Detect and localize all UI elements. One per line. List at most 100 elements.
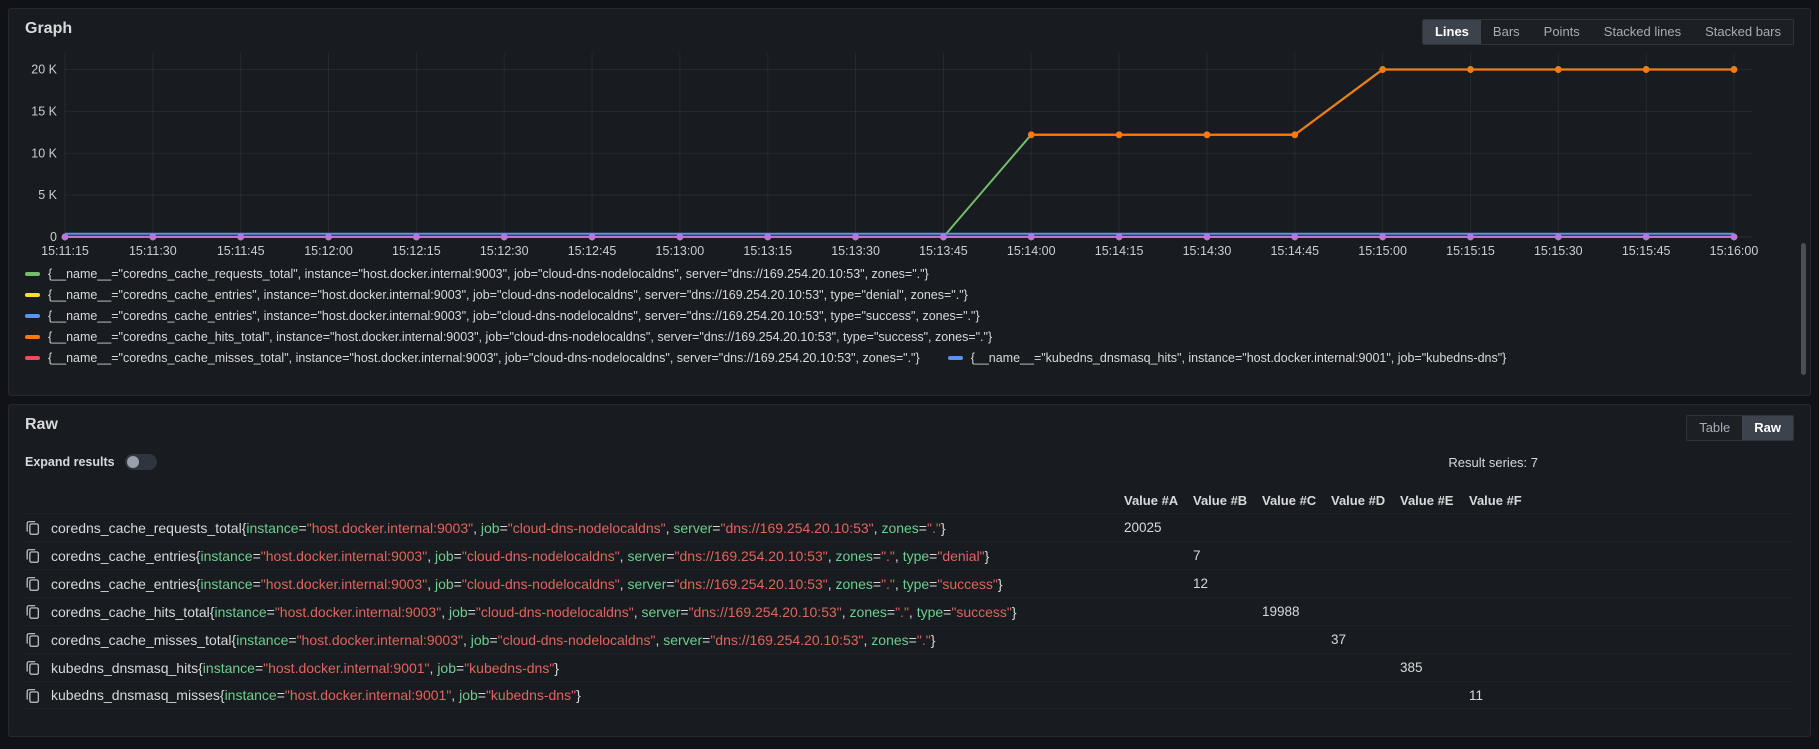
value-cell xyxy=(1262,520,1331,535)
timeseries-chart[interactable]: 15:11:1515:11:3015:11:4515:12:0015:12:15… xyxy=(25,47,1794,261)
copy-icon[interactable] xyxy=(25,520,41,536)
value-columns-header: Value #AValue #BValue #CValue #DValue #E… xyxy=(25,487,1794,513)
data-point[interactable] xyxy=(589,234,596,241)
x-axis-tick-label: 15:15:30 xyxy=(1534,244,1583,258)
data-point[interactable] xyxy=(1731,66,1738,73)
data-point[interactable] xyxy=(1028,234,1035,241)
value-cell xyxy=(1193,688,1262,703)
legend-series-label: {__name__="coredns_cache_entries", insta… xyxy=(48,288,968,302)
graph-style-button-points[interactable]: Points xyxy=(1532,20,1592,44)
data-point[interactable] xyxy=(940,234,947,241)
graph-panel-title: Graph xyxy=(25,19,72,38)
data-point[interactable] xyxy=(413,234,420,241)
x-axis-tick-label: 15:11:45 xyxy=(217,244,265,258)
value-cell xyxy=(1400,604,1469,619)
row-values: 11 xyxy=(1124,688,1794,703)
x-axis-tick-label: 15:14:00 xyxy=(1007,244,1056,258)
data-point[interactable] xyxy=(1555,234,1562,241)
row-values: 19988 xyxy=(1124,604,1794,619)
y-axis-tick-label: 0 xyxy=(50,230,57,244)
value-cell xyxy=(1124,548,1193,563)
raw-series-row: kubedns_dnsmasq_misses{instance="host.do… xyxy=(25,681,1794,709)
raw-series-row: coredns_cache_misses_total{instance="hos… xyxy=(25,625,1794,653)
data-point[interactable] xyxy=(1028,132,1035,139)
x-axis-tick-label: 15:12:15 xyxy=(392,244,441,258)
legend-item[interactable]: {__name__="kubedns_dnsmasq_hits", instan… xyxy=(948,351,1507,365)
data-point[interactable] xyxy=(1467,234,1474,241)
legend-item[interactable]: {__name__="coredns_cache_requests_total"… xyxy=(25,267,929,281)
raw-tab-raw-active[interactable]: Raw xyxy=(1742,416,1793,440)
data-point[interactable] xyxy=(1116,234,1123,241)
expand-results-toggle[interactable] xyxy=(125,454,157,470)
value-cell xyxy=(1469,576,1538,591)
value-cell xyxy=(1331,520,1400,535)
raw-tab-table[interactable]: Table xyxy=(1687,416,1742,440)
data-point[interactable] xyxy=(677,234,684,241)
data-point[interactable] xyxy=(1643,66,1650,73)
data-point[interactable] xyxy=(1731,234,1738,241)
data-point[interactable] xyxy=(325,234,332,241)
value-cell xyxy=(1400,632,1469,647)
x-axis-tick-label: 15:13:00 xyxy=(656,244,705,258)
value-cell xyxy=(1469,660,1538,675)
data-point[interactable] xyxy=(1204,132,1211,139)
raw-series-row: coredns_cache_entries{instance="host.doc… xyxy=(25,541,1794,569)
x-axis-tick-label: 15:14:30 xyxy=(1183,244,1232,258)
value-cell xyxy=(1331,688,1400,703)
copy-icon[interactable] xyxy=(25,632,41,648)
value-cell xyxy=(1193,604,1262,619)
data-point[interactable] xyxy=(150,234,157,241)
legend-item[interactable]: {__name__="coredns_cache_hits_total", in… xyxy=(25,330,992,344)
metric-expression: coredns_cache_hits_total{instance="host.… xyxy=(51,604,1017,620)
value-cell xyxy=(1262,632,1331,647)
metric-expression: kubedns_dnsmasq_misses{instance="host.do… xyxy=(51,687,581,703)
data-point[interactable] xyxy=(501,234,508,241)
value-cell xyxy=(1469,604,1538,619)
data-point[interactable] xyxy=(1291,132,1298,139)
x-axis-tick-label: 15:15:00 xyxy=(1358,244,1407,258)
legend-scrollbar-thumb[interactable] xyxy=(1801,243,1806,375)
graph-style-button-stacked-bars[interactable]: Stacked bars xyxy=(1693,20,1793,44)
raw-controls: Expand results Result series: 7 xyxy=(25,451,1794,473)
copy-icon[interactable] xyxy=(25,687,41,703)
legend-item[interactable]: {__name__="coredns_cache_entries", insta… xyxy=(25,288,968,302)
row-values: 12 xyxy=(1124,576,1794,591)
legend-row: {__name__="coredns_cache_hits_total", in… xyxy=(25,328,1794,346)
data-point[interactable] xyxy=(1379,66,1386,73)
legend-item[interactable]: {__name__="coredns_cache_entries", insta… xyxy=(25,309,980,323)
value-cell xyxy=(1331,660,1400,675)
data-point[interactable] xyxy=(237,234,244,241)
raw-view-switcher: TableRaw xyxy=(1686,415,1794,441)
legend-series-label: {__name__="coredns_cache_entries", insta… xyxy=(48,309,980,323)
legend-item[interactable]: {__name__="coredns_cache_misses_total", … xyxy=(25,351,920,365)
raw-series-list: coredns_cache_requests_total{instance="h… xyxy=(25,513,1794,709)
data-point[interactable] xyxy=(1204,234,1211,241)
value-cell xyxy=(1124,688,1193,703)
value-cell: 11 xyxy=(1469,688,1538,703)
data-point[interactable] xyxy=(1467,66,1474,73)
data-point[interactable] xyxy=(62,234,69,241)
x-axis-tick-label: 15:13:30 xyxy=(831,244,880,258)
raw-panel: Raw TableRaw Expand results Result serie… xyxy=(8,404,1811,737)
data-point[interactable] xyxy=(1116,132,1123,139)
copy-icon[interactable] xyxy=(25,660,41,676)
expand-results-label: Expand results xyxy=(25,455,115,469)
legend-row: {__name__="coredns_cache_misses_total", … xyxy=(25,349,1794,367)
graph-style-button-lines-active[interactable]: Lines xyxy=(1423,20,1481,44)
graph-legend: {__name__="coredns_cache_requests_total"… xyxy=(25,265,1794,367)
value-cell xyxy=(1400,520,1469,535)
copy-icon[interactable] xyxy=(25,548,41,564)
graph-style-button-stacked-lines[interactable]: Stacked lines xyxy=(1592,20,1693,44)
data-point[interactable] xyxy=(1555,66,1562,73)
data-point[interactable] xyxy=(1379,234,1386,241)
value-column-header: Value #E xyxy=(1400,493,1469,508)
copy-icon[interactable] xyxy=(25,604,41,620)
x-axis-tick-label: 15:16:00 xyxy=(1710,244,1759,258)
data-point[interactable] xyxy=(852,234,859,241)
copy-icon[interactable] xyxy=(25,576,41,592)
row-values: 37 xyxy=(1124,632,1794,647)
data-point[interactable] xyxy=(1291,234,1298,241)
data-point[interactable] xyxy=(764,234,771,241)
graph-style-button-bars[interactable]: Bars xyxy=(1481,20,1532,44)
data-point[interactable] xyxy=(1643,234,1650,241)
